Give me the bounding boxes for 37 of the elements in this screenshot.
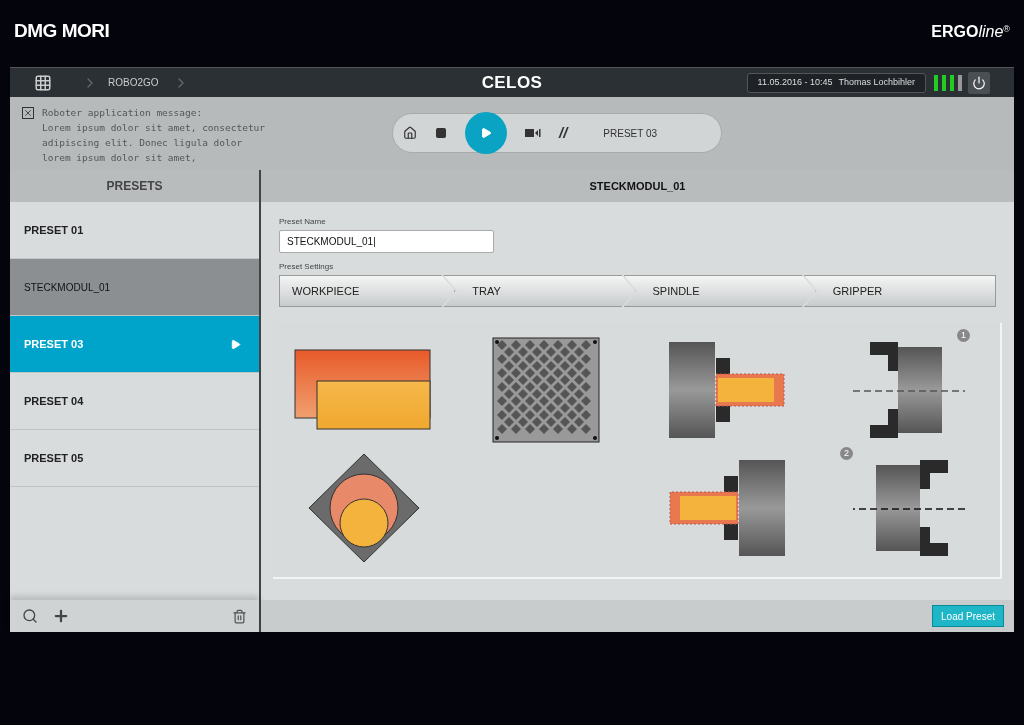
play-icon (230, 338, 241, 350)
brand-logo: DMG MORI (14, 19, 110, 44)
robot-message: Roboter application message: Lorem ipsum dolor sit amet, consectetur adipiscing elit. Donec ligula dolor lorem ipsum dolor sit amet, (42, 106, 266, 165)
preset-name-field[interactable]: STECKMODUL_01| (279, 230, 494, 253)
preset-item[interactable]: STECKMODUL_01 (10, 259, 259, 316)
search-icon[interactable] (22, 608, 38, 624)
product-logo: ERGOline$^{®}$ (931, 21, 1010, 42)
play-icon (480, 127, 492, 139)
play-button[interactable] (465, 112, 507, 154)
preset-item[interactable]: PRESET 04 (10, 373, 259, 430)
settings-step-tab[interactable]: WORKPIECE (279, 275, 456, 307)
settings-step-tab[interactable]: TRAY (443, 275, 636, 307)
power-button[interactable] (968, 71, 990, 94)
breadcrumb-link[interactable]: ROBO2GO (108, 75, 159, 90)
field-label: Preset Name (279, 216, 327, 228)
step-number-badge: 2 (840, 447, 854, 460)
settings-step-tab[interactable]: GRIPPER (803, 275, 996, 307)
step-number-badge: 1 (957, 329, 971, 342)
preset-item[interactable]: PRESET 05 (10, 430, 259, 487)
app-title: CELOS (481, 71, 543, 94)
home-icon[interactable] (403, 126, 417, 140)
stop-icon[interactable] (435, 127, 447, 139)
user-name: Thomas Lochbihler (838, 75, 915, 89)
step-forward-icon[interactable] (525, 128, 541, 138)
program-name: PRESET 03 (603, 126, 658, 141)
settings-step-tab[interactable]: SPINDLE (623, 275, 816, 307)
power-icon (972, 75, 986, 90)
close-icon[interactable] (22, 107, 34, 119)
skip-control[interactable]: // (559, 121, 568, 145)
sidebar-header: PRESETS (10, 170, 259, 202)
detail-header: STECKMODUL_01 (261, 170, 1014, 202)
delete-icon[interactable] (232, 608, 247, 624)
datetime-text: 11.05.2016 - 10:45 (757, 75, 833, 89)
field-label: Preset Settings (279, 261, 335, 273)
apps-grid-icon[interactable] (34, 73, 52, 92)
add-icon[interactable] (52, 607, 70, 625)
signal-bars-icon (934, 74, 964, 91)
